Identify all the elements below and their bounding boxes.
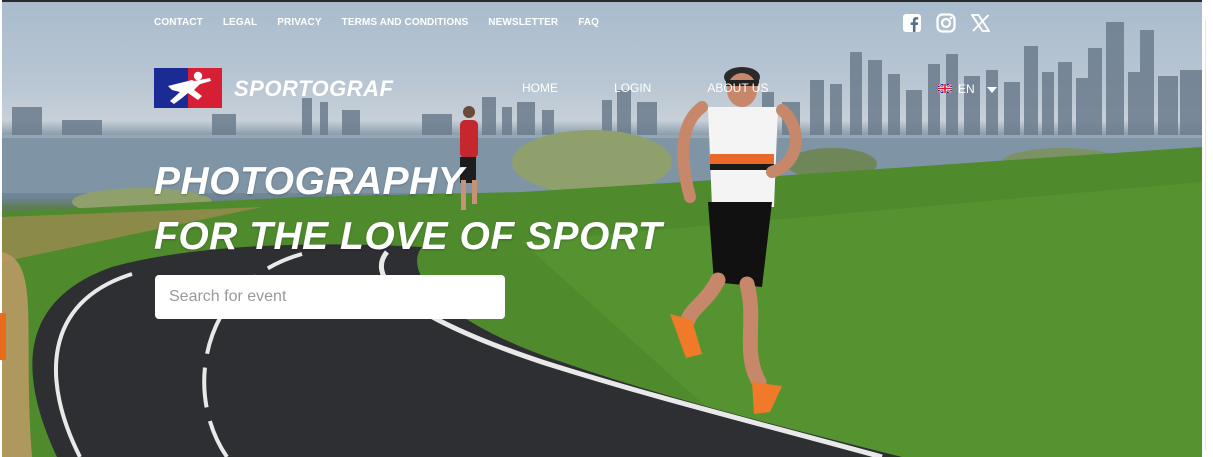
- top-nav-newsletter[interactable]: NEWSLETTER: [488, 17, 558, 28]
- language-selector[interactable]: EN: [937, 82, 997, 96]
- instagram-icon[interactable]: [936, 13, 956, 33]
- top-nav-contact[interactable]: CONTACT: [154, 17, 203, 28]
- headline-line-1: PHOTOGRAPHY: [154, 160, 465, 203]
- hero-headline: PHOTOGRAPHY FOR THE LOVE OF SPORT: [154, 154, 662, 264]
- social-links: [902, 13, 990, 33]
- brand-name[interactable]: SPORTOGRAF: [234, 76, 393, 102]
- top-nav-privacy[interactable]: PRIVACY: [277, 17, 321, 28]
- chevron-down-icon: [986, 82, 997, 96]
- right-gutter: [1202, 0, 1213, 457]
- hero-banner: CONTACT LEGAL PRIVACY TERMS AND CONDITIO…: [2, 2, 1202, 457]
- page: CONTACT LEGAL PRIVACY TERMS AND CONDITIO…: [0, 0, 1213, 457]
- nav-home[interactable]: HOME: [522, 81, 558, 95]
- top-nav-terms[interactable]: TERMS AND CONDITIONS: [342, 17, 469, 28]
- sportograf-logo[interactable]: [154, 68, 222, 108]
- side-tab[interactable]: [0, 313, 6, 360]
- headline-line-2: FOR THE LOVE OF SPORT: [154, 215, 663, 258]
- scrollbar[interactable]: [1205, 20, 1206, 450]
- event-search-input[interactable]: [155, 275, 505, 319]
- top-nav-faq[interactable]: FAQ: [578, 17, 599, 28]
- uk-flag-icon: [937, 82, 953, 96]
- nav-login[interactable]: LOGIN: [614, 81, 651, 95]
- facebook-icon[interactable]: [902, 13, 922, 33]
- nav-about-us[interactable]: ABOUT US: [707, 81, 768, 95]
- main-nav: HOME LOGIN ABOUT US: [522, 81, 768, 95]
- top-utility-nav: CONTACT LEGAL PRIVACY TERMS AND CONDITIO…: [154, 17, 599, 28]
- x-icon[interactable]: [970, 13, 990, 33]
- top-nav-legal[interactable]: LEGAL: [223, 17, 257, 28]
- language-code: EN: [958, 82, 975, 96]
